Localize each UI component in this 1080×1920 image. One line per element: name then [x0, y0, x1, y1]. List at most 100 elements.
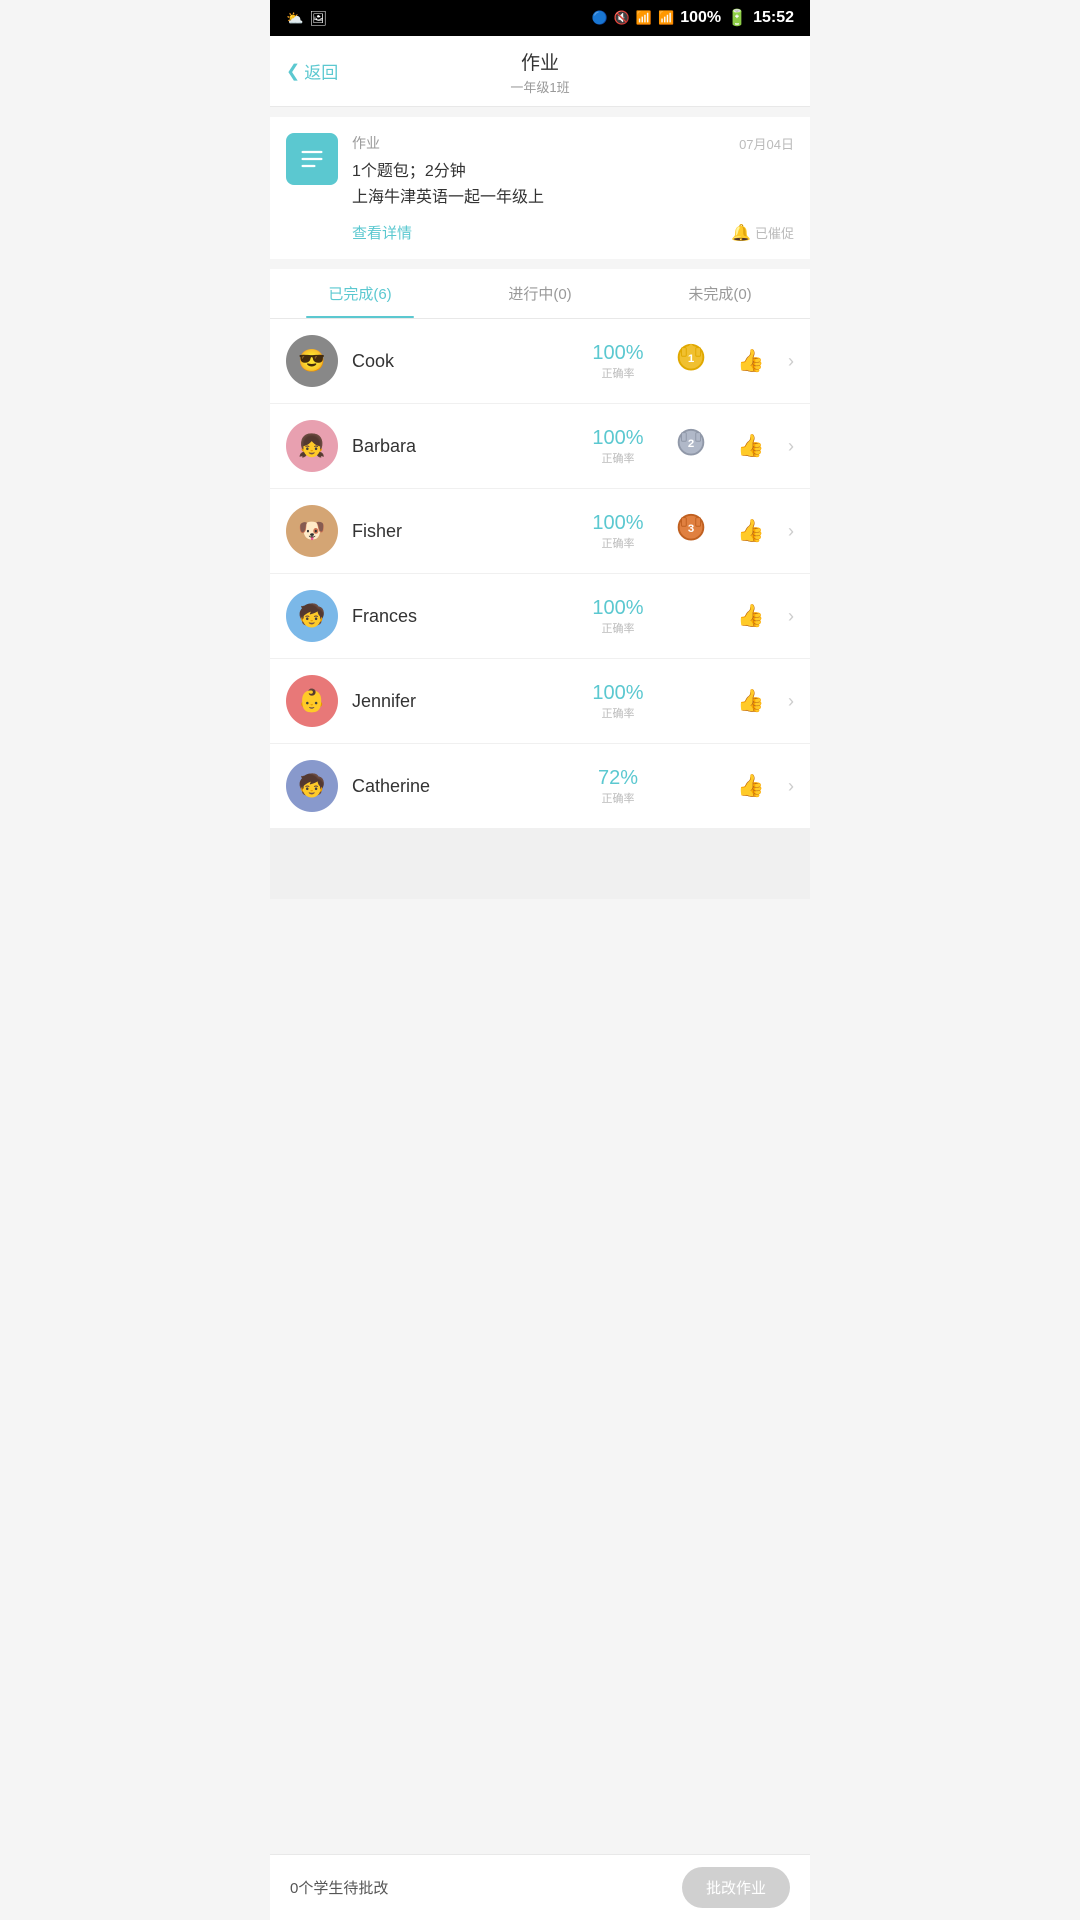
chevron-right-jennifer: › [788, 691, 794, 712]
student-name-barbara: Barbara [352, 436, 574, 457]
avatar-fisher: 🐶 [286, 505, 338, 557]
student-row-catherine[interactable]: 🧒 Catherine 72% 正确率 👍 › [270, 744, 810, 829]
avatar-catherine: 🧒 [286, 760, 338, 812]
tab-notcompleted[interactable]: 未完成(0) [630, 269, 810, 318]
score-pct-cook: 100% [592, 342, 643, 365]
back-button[interactable]: ❮ 返回 [286, 59, 338, 84]
avatar-jennifer: 👶 [286, 675, 338, 727]
battery-icon: 🔋 [727, 8, 747, 28]
score-pct-barbara: 100% [592, 427, 643, 450]
svg-text:1: 1 [688, 353, 695, 365]
grade-button[interactable]: 批改作业 [682, 1867, 790, 1908]
avatar-cook: 😎 [286, 335, 338, 387]
score-pct-catherine: 72% [598, 767, 638, 790]
avatar-catherine-emoji: 🧒 [298, 773, 325, 799]
status-bar: ⛅ 🖼 🔵 🔇 📶 📶 100% 🔋 15:52 [270, 0, 810, 36]
tab-inprogress[interactable]: 进行中(0) [450, 269, 630, 318]
chevron-right-fisher: › [788, 521, 794, 542]
medal-silver-icon: 2 [672, 427, 710, 465]
assignment-content: 作业 07月04日 1个题包；2分钟 上海牛津英语一起一年级上 查看详情 🔔 已… [352, 133, 794, 243]
time-display: 15:52 [753, 9, 794, 27]
score-pct-jennifer: 100% [592, 682, 643, 705]
score-fisher: 100% 正确率 [588, 512, 648, 551]
avatar-frances: 🧒 [286, 590, 338, 642]
bluetooth-icon: 🔵 [591, 10, 607, 26]
student-list: 😎 Cook 100% 正确率 1 👍 › 👧 Barbara 100% 正确率 [270, 319, 810, 829]
pending-text: 0个学生待批改 [290, 1877, 388, 1898]
like-button-catherine[interactable]: 👍 [734, 769, 768, 803]
like-button-frances[interactable]: 👍 [734, 599, 768, 633]
student-name-jennifer: Jennifer [352, 691, 574, 712]
score-jennifer: 100% 正确率 [588, 682, 648, 721]
svg-text:2: 2 [688, 438, 694, 450]
medal-gold-icon: 1 [672, 342, 710, 380]
score-catherine: 72% 正确率 [588, 767, 648, 806]
chevron-right-catherine: › [788, 776, 794, 797]
score-label-cook: 正确率 [602, 365, 635, 381]
avatar-jennifer-emoji: 👶 [298, 688, 325, 714]
student-row-frances[interactable]: 🧒 Frances 100% 正确率 👍 › [270, 574, 810, 659]
avatar-frances-emoji: 🧒 [298, 603, 325, 629]
image-icon: 🖼 [309, 10, 327, 27]
student-row-cook[interactable]: 😎 Cook 100% 正确率 1 👍 › [270, 319, 810, 404]
page-title: 作业 [270, 48, 810, 75]
detail-link[interactable]: 查看详情 [352, 222, 412, 243]
list-icon [298, 145, 326, 173]
bottom-spacer [270, 829, 810, 899]
score-pct-fisher: 100% [592, 512, 643, 535]
like-button-fisher[interactable]: 👍 [734, 514, 768, 548]
avatar-barbara-emoji: 👧 [298, 433, 325, 459]
mute-icon: 🔇 [614, 10, 630, 26]
wifi-icon: 📶 [636, 10, 652, 26]
assignment-desc2: 上海牛津英语一起一年级上 [352, 185, 794, 211]
score-label-barbara: 正确率 [602, 450, 635, 466]
chevron-right-frances: › [788, 606, 794, 627]
bottom-bar: 0个学生待批改 批改作业 [270, 1854, 810, 1920]
header: ❮ 返回 作业 一年级1班 [270, 36, 810, 107]
status-right: 🔵 🔇 📶 📶 100% 🔋 15:52 [591, 8, 794, 28]
assignment-footer: 查看详情 🔔 已催促 [352, 222, 794, 243]
score-label-frances: 正确率 [602, 620, 635, 636]
assignment-desc: 1个题包；2分钟 上海牛津英语一起一年级上 [352, 159, 794, 210]
student-name-frances: Frances [352, 606, 574, 627]
back-chevron-icon: ❮ [286, 61, 300, 81]
avatar-fisher-emoji: 🐶 [298, 518, 325, 544]
assignment-header: 作业 07月04日 [352, 133, 794, 153]
battery-text: 100% [680, 9, 721, 27]
assignment-date: 07月04日 [739, 134, 794, 153]
chevron-right-barbara: › [788, 436, 794, 457]
svg-text:3: 3 [688, 523, 694, 535]
assignment-icon [286, 133, 338, 185]
like-button-barbara[interactable]: 👍 [734, 429, 768, 463]
tab-completed[interactable]: 已完成(6) [270, 269, 450, 318]
like-button-cook[interactable]: 👍 [734, 344, 768, 378]
student-name-cook: Cook [352, 351, 574, 372]
bell-icon: 🔔 [731, 223, 751, 243]
score-label-jennifer: 正确率 [602, 705, 635, 721]
remind-button[interactable]: 🔔 已催促 [731, 223, 794, 243]
signal-icon: 📶 [658, 10, 674, 26]
score-pct-frances: 100% [592, 597, 643, 620]
chevron-right-cook: › [788, 351, 794, 372]
score-cook: 100% 正确率 [588, 342, 648, 381]
student-name-fisher: Fisher [352, 521, 574, 542]
student-row-fisher[interactable]: 🐶 Fisher 100% 正确率 3 👍 › [270, 489, 810, 574]
assignment-desc1: 1个题包；2分钟 [352, 159, 794, 185]
score-barbara: 100% 正确率 [588, 427, 648, 466]
avatar-cook-emoji: 😎 [298, 348, 325, 374]
score-label-fisher: 正确率 [602, 535, 635, 551]
assignment-card: 作业 07月04日 1个题包；2分钟 上海牛津英语一起一年级上 查看详情 🔔 已… [270, 117, 810, 259]
student-name-catherine: Catherine [352, 776, 574, 797]
assignment-label: 作业 [352, 133, 380, 153]
remind-text: 已催促 [755, 223, 794, 242]
like-button-jennifer[interactable]: 👍 [734, 684, 768, 718]
score-frances: 100% 正确率 [588, 597, 648, 636]
page-subtitle: 一年级1班 [270, 77, 810, 96]
tabs-bar: 已完成(6) 进行中(0) 未完成(0) [270, 269, 810, 319]
student-row-barbara[interactable]: 👧 Barbara 100% 正确率 2 👍 › [270, 404, 810, 489]
score-label-catherine: 正确率 [602, 790, 635, 806]
weather-icon: ⛅ [286, 10, 303, 27]
student-row-jennifer[interactable]: 👶 Jennifer 100% 正确率 👍 › [270, 659, 810, 744]
avatar-barbara: 👧 [286, 420, 338, 472]
status-left: ⛅ 🖼 [286, 10, 327, 27]
